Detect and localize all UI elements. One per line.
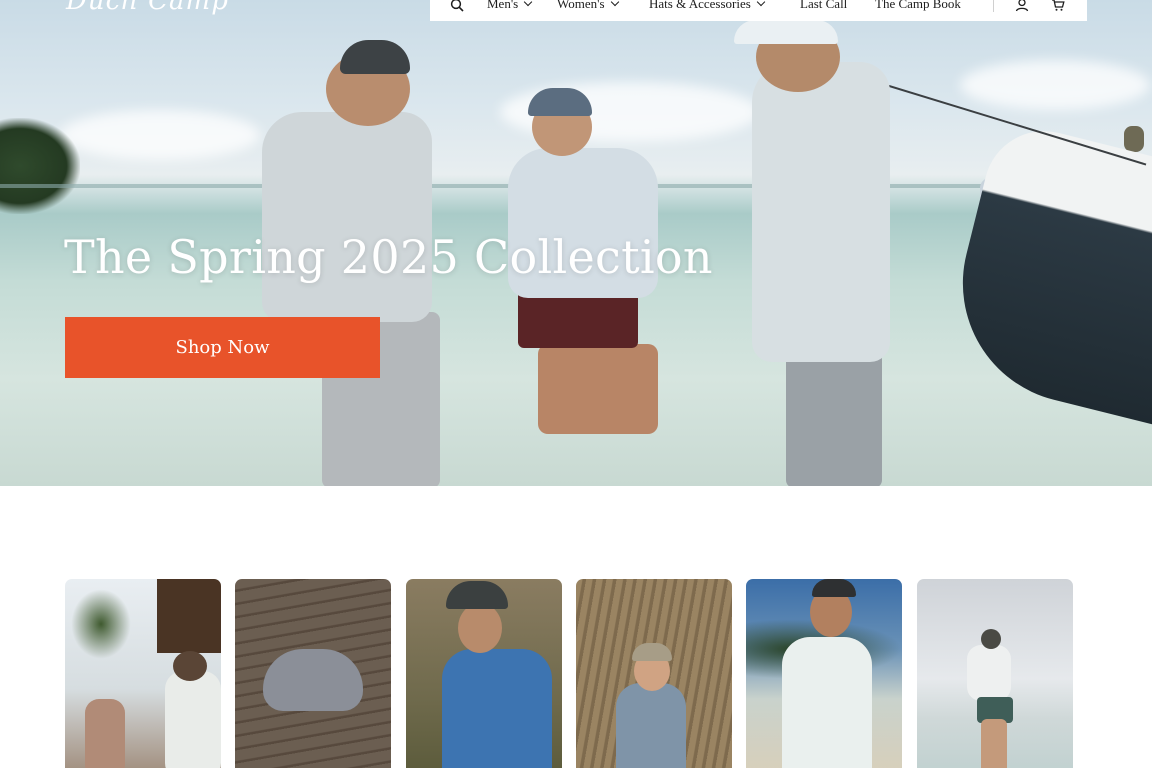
shop-now-button[interactable]: Shop Now <box>65 317 380 378</box>
nav-item-last-call[interactable]: Last Call <box>800 0 847 12</box>
hero-title: The Spring 2025 Collection <box>64 230 713 284</box>
palm-tree <box>71 589 131 659</box>
nav-item-hats-accessories[interactable]: Hats & Accessories <box>649 0 766 12</box>
person-figure <box>173 651 207 681</box>
nav-item-label: The Camp Book <box>875 0 961 11</box>
person-figure <box>752 62 890 362</box>
person-figure <box>967 645 1011 701</box>
category-card[interactable] <box>917 579 1073 768</box>
person-figure <box>340 40 410 74</box>
person-figure <box>442 649 552 768</box>
chevron-down-icon <box>523 0 533 7</box>
nav-item-label: Hats & Accessories <box>649 0 751 11</box>
brand-logo[interactable]: Duch Camp <box>66 0 229 18</box>
hero-banner: Duch Camp Men's Women's Hats & Accessori… <box>0 0 1152 486</box>
chevron-down-icon <box>756 0 766 7</box>
nav-item-label: Last Call <box>800 0 848 11</box>
person-figure <box>446 581 508 609</box>
category-card[interactable] <box>746 579 902 768</box>
fishing-rod <box>917 579 919 581</box>
nav-item-label: Men's <box>487 0 519 11</box>
person-figure <box>262 112 432 322</box>
person-figure <box>85 699 125 768</box>
person-figure <box>528 88 592 116</box>
nav-item-label: Women's <box>557 0 605 11</box>
person-figure <box>165 671 221 768</box>
person-figure <box>538 344 658 434</box>
cap-product <box>263 649 363 711</box>
cloud <box>960 60 1150 110</box>
main-nav: Men's Women's Hats & Accessories Last Ca… <box>430 0 1087 21</box>
category-cards <box>65 579 1073 768</box>
person-figure <box>734 20 838 44</box>
cart-icon[interactable] <box>1051 0 1065 12</box>
category-card[interactable] <box>576 579 732 768</box>
category-card[interactable] <box>235 579 391 768</box>
chevron-down-icon <box>610 0 619 7</box>
account-icon[interactable] <box>1015 0 1029 12</box>
person-figure <box>812 579 856 597</box>
category-card[interactable] <box>65 579 221 768</box>
category-card[interactable] <box>406 579 562 768</box>
nav-item-mens[interactable]: Men's <box>487 0 533 12</box>
roof <box>157 579 221 653</box>
person-figure <box>782 637 872 768</box>
person-figure <box>616 683 686 768</box>
person-figure <box>458 603 502 653</box>
nav-item-womens[interactable]: Women's <box>557 0 619 12</box>
boat <box>937 118 1152 434</box>
cloud <box>60 110 260 160</box>
distant-angler <box>1124 126 1144 152</box>
nav-divider <box>993 0 994 12</box>
search-icon[interactable] <box>450 0 464 12</box>
person-figure <box>981 719 1007 768</box>
nav-item-camp-book[interactable]: The Camp Book <box>875 0 961 12</box>
person-figure <box>981 629 1001 649</box>
person-figure <box>632 643 672 661</box>
island-trees <box>0 118 80 214</box>
